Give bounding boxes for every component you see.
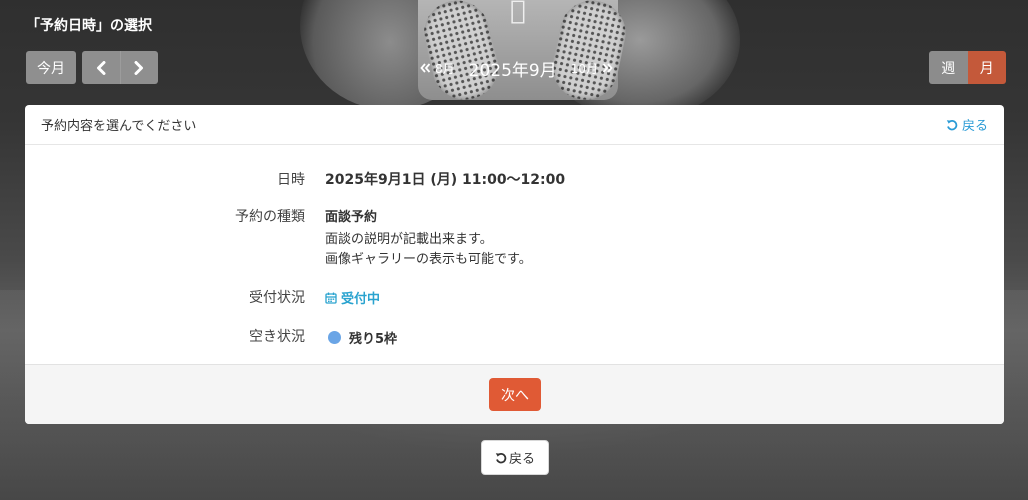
prev-button[interactable] xyxy=(82,51,121,84)
view-toggle: 週 月 xyxy=(929,51,1006,84)
back-button[interactable]: 戻る xyxy=(481,440,549,475)
month-view-button[interactable]: 月 xyxy=(967,51,1006,84)
page-title: 「予約日時」の選択 xyxy=(26,18,152,34)
calendar-icon xyxy=(325,292,337,304)
type-description-line-2: 画像ギャラリーの表示も可能です。 xyxy=(325,252,532,267)
next-month-label: 10月 xyxy=(570,61,599,76)
availability-label: 空き状況 xyxy=(249,329,305,345)
availability-text: 残り5枠 xyxy=(349,332,398,347)
availability-value: 残り5枠 xyxy=(325,328,397,347)
panel-footer: 次へ xyxy=(25,364,1004,424)
panel-title: 予約内容を選んでください xyxy=(41,119,197,134)
double-chevron-left-icon xyxy=(420,63,431,73)
background-photo-speaker xyxy=(416,0,506,107)
back-link[interactable]: 戻る xyxy=(946,115,988,134)
month-nav-buttons xyxy=(82,51,158,84)
month-navigation: 8月 2025年9月 10月 xyxy=(420,56,613,81)
chevron-right-icon xyxy=(134,60,144,75)
back-link-label: 戻る xyxy=(961,119,988,134)
reservation-panel: 予約内容を選んでください 戻る 日時 2025年9月1日 (月) 11:00〜1… xyxy=(25,105,1004,424)
apple-logo-icon:  xyxy=(510,0,526,26)
prev-month-label: 8月 xyxy=(435,61,455,76)
datetime-value: 2025年9月1日 (月) 11:00〜12:00 xyxy=(325,172,566,188)
status-value: 受付中 xyxy=(325,288,380,307)
datetime-label: 日時 xyxy=(277,172,305,188)
double-chevron-right-icon xyxy=(602,63,613,73)
next-month-link[interactable]: 10月 xyxy=(571,60,613,77)
background-photo-laptop xyxy=(418,0,618,100)
status-text: 受付中 xyxy=(341,292,381,307)
status-label: 受付状況 xyxy=(249,290,305,306)
next-button[interactable] xyxy=(121,51,159,84)
undo-icon xyxy=(946,119,958,130)
undo-icon xyxy=(495,452,507,463)
availability-dot-icon xyxy=(328,331,341,344)
current-month-button[interactable]: 今月 xyxy=(26,51,76,84)
panel-header: 予約内容を選んでください 戻る xyxy=(25,105,1004,145)
background-photo-shape xyxy=(300,0,480,110)
chevron-left-icon xyxy=(96,60,106,75)
week-view-button[interactable]: 週 xyxy=(929,51,968,84)
prev-month-link[interactable]: 8月 xyxy=(420,60,455,77)
type-label: 予約の種類 xyxy=(235,209,305,225)
current-month-label: 2025年9月 xyxy=(468,60,557,81)
type-description-line-1: 面談の説明が記載出来ます。 xyxy=(325,232,493,247)
background-photo-speaker xyxy=(546,0,632,106)
back-button-label: 戻る xyxy=(508,452,535,467)
type-value: 面談予約 xyxy=(325,210,378,225)
next-button[interactable]: 次へ xyxy=(489,378,541,411)
